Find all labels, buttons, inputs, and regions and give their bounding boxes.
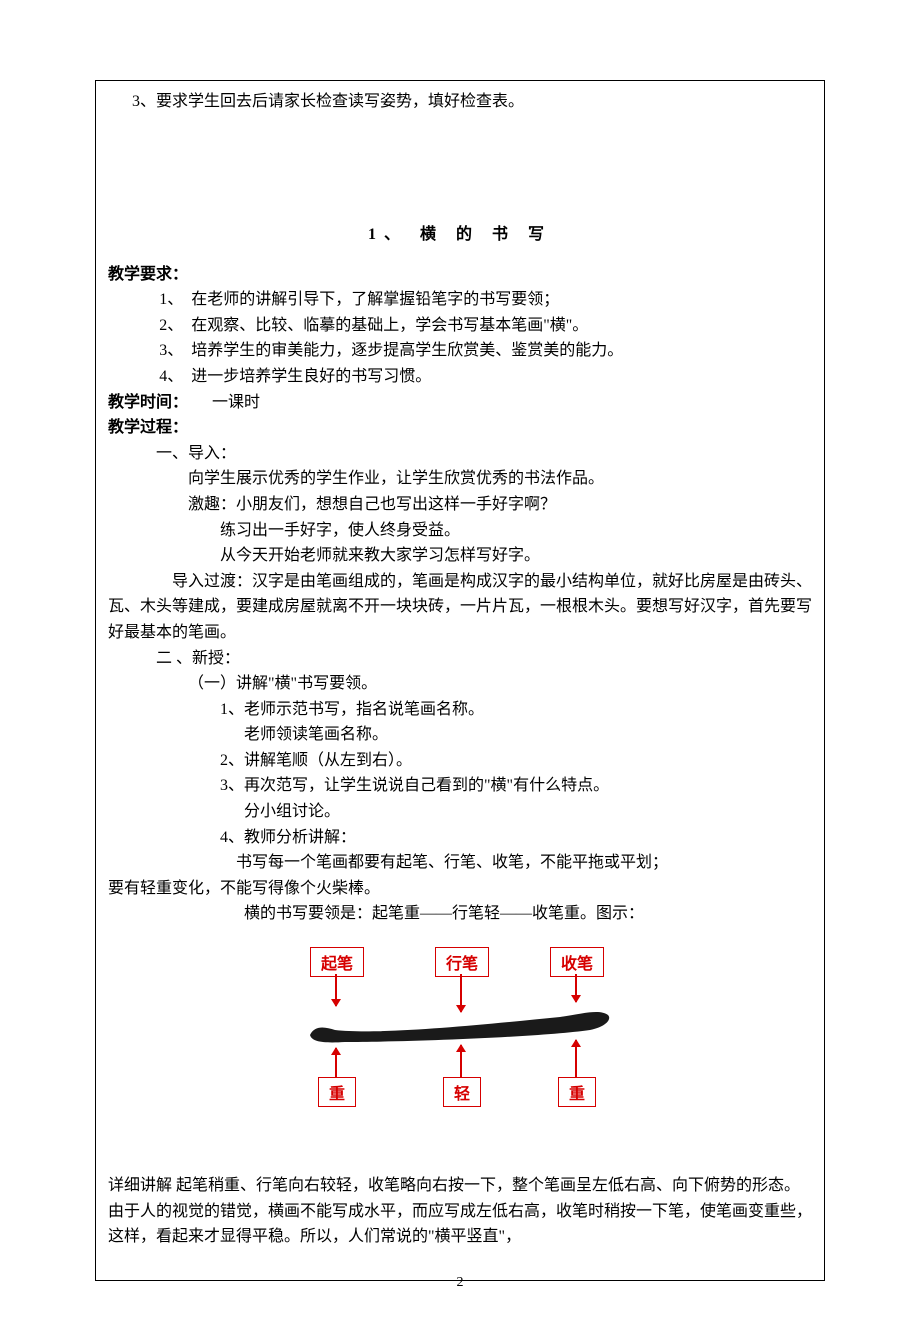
explain-para-2: 由于人的视觉的错觉，横画不能写成水平，而应写成左低右高，收笔时稍按一下笔，使笔画…: [108, 1199, 812, 1250]
diagram-box-qibi: 起笔: [310, 947, 364, 977]
sec1-line: 向学生展示优秀的学生作业，让学生欣赏优秀的书法作品。: [108, 466, 812, 492]
page: 3、要求学生回去后请家长检查读写姿势，填好检查表。 1、 横 的 书 写 教学要…: [0, 0, 920, 1321]
arrow-up-icon: [335, 1048, 337, 1080]
section-2-head: 二 、新授：: [108, 646, 812, 672]
diagram-box-qing: 轻: [443, 1077, 481, 1107]
arrow-up-icon: [460, 1045, 462, 1080]
analysis-line1b: 要有轻重变化，不能写得像个火柴棒。: [108, 876, 812, 902]
lesson-title: 1、 横 的 书 写: [108, 220, 812, 244]
req-item: 1、在老师的讲解引导下，了解掌握铅笔字的书写要领；: [159, 287, 812, 313]
stroke-diagram: 起笔 行笔 收笔 重 轻 重: [108, 947, 812, 1107]
sec2-item-extra: 分小组讨论。: [108, 799, 812, 825]
time-value: 一课时: [180, 394, 260, 411]
requirements-list: 1、在老师的讲解引导下，了解掌握铅笔字的书写要领； 2、在观察、比较、临摹的基础…: [108, 287, 812, 389]
diagram-box-zhong2: 重: [558, 1077, 596, 1107]
time-label: 教学时间：: [108, 394, 180, 411]
arrow-up-icon: [575, 1040, 577, 1080]
analysis-line2: 横的书写要领是：起笔重——行笔轻——收笔重。图示：: [108, 901, 812, 927]
requirements-heading: 教学要求：: [108, 262, 812, 288]
section-1-head: 一、导入：: [108, 441, 812, 467]
sec2-item: 2、讲解笔顺（从左到右）。: [108, 748, 812, 774]
transition-paragraph: 导入过渡：汉字是由笔画组成的，笔画是构成汉字的最小结构单位，就好比房屋是由砖头、…: [108, 569, 812, 646]
sec1-subline: 练习出一手好字，使人终身受益。: [108, 518, 812, 544]
diagram-box-zhong1: 重: [318, 1077, 356, 1107]
time-row: 教学时间： 一课时: [108, 390, 812, 416]
sec2-item-extra: 老师领读笔画名称。: [108, 722, 812, 748]
analysis-line1: 书写每一个笔画都要有起笔、行笔、收笔，不能平拖或平划；: [108, 850, 812, 876]
page-number: 2: [0, 1275, 920, 1291]
diagram-box-shoubi: 收笔: [550, 947, 604, 977]
diagram-box-xingbi: 行笔: [435, 947, 489, 977]
req-item: 3、培养学生的审美能力，逐步提高学生欣赏美、鉴赏美的能力。: [159, 338, 812, 364]
explain-para-1: 详细讲解 起笔稍重、行笔向右较轻，收笔略向右按一下，整个笔画呈左低右高、向下俯势…: [108, 1173, 812, 1199]
content-frame: 3、要求学生回去后请家长检查读写姿势，填好检查表。 1、 横 的 书 写 教学要…: [95, 80, 825, 1281]
sec1-line: 激趣：小朋友们，想想自己也写出这样一手好字啊？: [108, 492, 812, 518]
previous-item-3: 3、要求学生回去后请家长检查读写姿势，填好检查表。: [108, 89, 812, 115]
req-item: 4、进一步培养学生良好的书写习惯。: [159, 364, 812, 390]
process-heading: 教学过程：: [108, 415, 812, 441]
sec2-item: 3、再次范写，让学生说说自己看到的"横"有什么特点。: [108, 773, 812, 799]
req-item: 2、在观察、比较、临摹的基础上，学会书写基本笔画"横"。: [159, 313, 812, 339]
sec2-item: 1、老师示范书写，指名说笔画名称。: [108, 697, 812, 723]
sec2-sub1: （一）讲解"横"书写要领。: [108, 671, 812, 697]
spacer: [108, 1123, 812, 1133]
sec2-item: 4、教师分析讲解：: [108, 825, 812, 851]
sec1-subline: 从今天开始老师就来教大家学习怎样写好字。: [108, 543, 812, 569]
